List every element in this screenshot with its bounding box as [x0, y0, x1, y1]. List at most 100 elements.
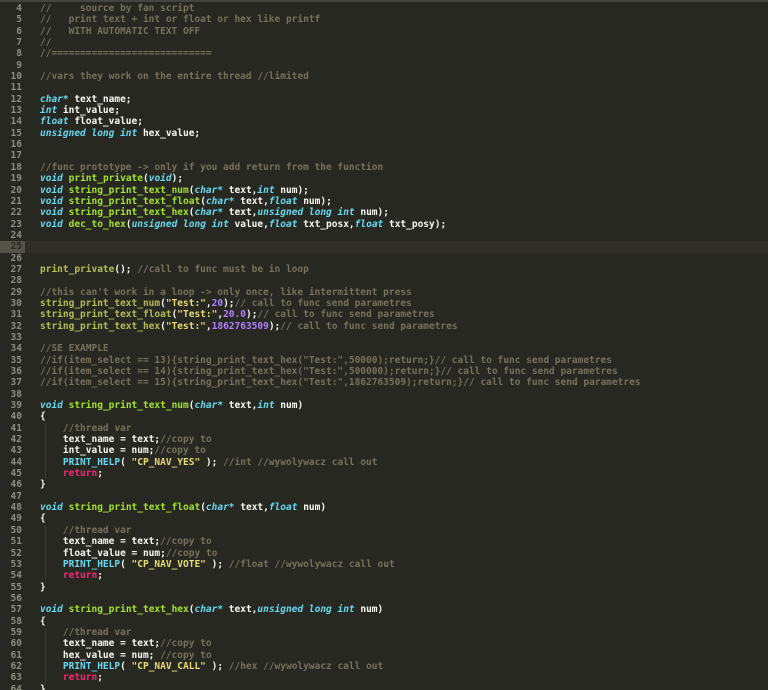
- line-number: 27: [0, 264, 25, 275]
- code-line-content[interactable]: text_name = text;//copy to: [25, 536, 768, 547]
- code-line-content[interactable]: text_name = text;//copy to: [25, 638, 768, 649]
- code-line-content[interactable]: return;: [25, 570, 768, 581]
- code-line: 42 text_name = text;//copy to: [0, 434, 768, 445]
- code-line-content[interactable]: void string_print_text_float(char* text,…: [25, 502, 768, 513]
- code-line-content[interactable]: float float_value;: [25, 116, 768, 127]
- code-token-cmt: // call to func send parametres: [257, 309, 434, 320]
- code-line-content[interactable]: [25, 253, 768, 264]
- code-line: 21void string_print_text_float(char* tex…: [0, 196, 768, 207]
- code-token-cmt: //thread var: [63, 423, 132, 434]
- line-number: 44: [0, 457, 25, 468]
- code-line-content[interactable]: float_value = num;//copy to: [25, 548, 768, 559]
- code-token-cmt: //copy to: [160, 638, 211, 649]
- code-token-txt: text_name;: [69, 94, 132, 105]
- code-line-content[interactable]: text_name = text;//copy to: [25, 434, 768, 445]
- code-line-content[interactable]: //thread var: [25, 627, 768, 638]
- code-line-content[interactable]: //thread var: [25, 423, 768, 434]
- code-line-content[interactable]: //: [25, 37, 768, 48]
- code-token-kw: void: [40, 173, 63, 184]
- code-line-content[interactable]: return;: [25, 672, 768, 683]
- code-editor[interactable]: 4// source by fan script5// print text +…: [0, 0, 768, 690]
- code-line-content[interactable]: hex_value = num; //copy to: [25, 650, 768, 661]
- line-number: 56: [0, 593, 25, 604]
- code-line-content[interactable]: PRINT_HELP( "CP_NAV_CALL" ); //hex //wyw…: [25, 661, 768, 672]
- code-line-content[interactable]: {: [25, 513, 768, 524]
- code-line-content[interactable]: //this can't work in a loop -> only once…: [25, 287, 768, 298]
- code-line-content[interactable]: //if(item_select == 14){string_print_tex…: [25, 366, 768, 377]
- line-number: 16: [0, 139, 25, 150]
- line-number: 32: [0, 321, 25, 332]
- code-line-content[interactable]: //func prototype -> only if you add retu…: [25, 162, 768, 173]
- code-token-kw: unsigned long int: [132, 219, 229, 230]
- code-line-content[interactable]: [25, 150, 768, 161]
- code-line-content[interactable]: {: [25, 616, 768, 627]
- code-token-kw: void: [40, 207, 63, 218]
- code-line: 34//SE EXAMPLE: [0, 343, 768, 354]
- code-token-txt: text,: [223, 185, 257, 196]
- code-line-content[interactable]: [25, 491, 768, 502]
- code-line-content[interactable]: void string_print_text_float(char* text,…: [25, 196, 768, 207]
- code-line-content[interactable]: // WITH AUTOMATIC TEXT OFF: [25, 26, 768, 37]
- code-token-txt: [40, 570, 63, 581]
- code-line-content[interactable]: }: [25, 684, 768, 690]
- code-line-content[interactable]: string_print_text_float("Test:",20.0);//…: [25, 309, 768, 320]
- code-token-kw: void: [40, 185, 63, 196]
- code-line-content[interactable]: [25, 230, 768, 241]
- code-token-txt: );: [200, 457, 223, 468]
- code-line-content[interactable]: int int_value;: [25, 105, 768, 116]
- code-line: 46}: [0, 479, 768, 490]
- code-token-txt: [40, 423, 63, 434]
- code-token-kw: unsigned long int: [257, 604, 354, 615]
- code-token-fn: string_print_text_hex: [69, 207, 189, 218]
- code-token-txt: num): [355, 604, 384, 615]
- code-line-content[interactable]: void string_print_text_hex(char* text,un…: [25, 207, 768, 218]
- code-line-content[interactable]: // source by fan script: [25, 3, 768, 14]
- code-line-content[interactable]: //============================: [25, 48, 768, 59]
- code-line-content[interactable]: void string_print_text_num(char* text,in…: [25, 400, 768, 411]
- code-line: 20void string_print_text_num(char* text,…: [0, 185, 768, 196]
- line-number: 57: [0, 604, 25, 615]
- code-line: 58{: [0, 616, 768, 627]
- line-number: 33: [0, 332, 25, 343]
- code-line-content[interactable]: //SE EXAMPLE: [25, 343, 768, 354]
- code-line-content[interactable]: return;: [25, 468, 768, 479]
- code-line-content[interactable]: print_private(); //call to func must be …: [25, 264, 768, 275]
- code-line-content[interactable]: PRINT_HELP( "CP_NAV_YES" ); //int //wywo…: [25, 457, 768, 468]
- code-token-cmt: //if(item_select == 15){string_print_tex…: [40, 377, 641, 388]
- code-line-content[interactable]: unsigned long int hex_value;: [25, 128, 768, 139]
- code-line-content[interactable]: [25, 593, 768, 604]
- code-line-content[interactable]: [25, 275, 768, 286]
- code-line-content[interactable]: [25, 332, 768, 343]
- code-line-content[interactable]: }: [25, 479, 768, 490]
- code-line-content[interactable]: [25, 82, 768, 93]
- code-line-content[interactable]: string_print_text_hex("Test:",1862763509…: [25, 321, 768, 332]
- code-line: 31string_print_text_float("Test:",20.0);…: [0, 309, 768, 320]
- code-line: 25: [0, 241, 768, 252]
- code-line: 7//: [0, 37, 768, 48]
- code-line-content[interactable]: void dec_to_hex(unsigned long int value,…: [25, 219, 768, 230]
- code-line-content[interactable]: PRINT_HELP( "CP_NAV_VOTE" ); //float //w…: [25, 559, 768, 570]
- code-line-content[interactable]: {: [25, 411, 768, 422]
- code-line-content[interactable]: [25, 60, 768, 71]
- code-line-content[interactable]: void string_print_text_hex(char* text,un…: [25, 604, 768, 615]
- code-line-content[interactable]: [25, 139, 768, 150]
- code-line-content[interactable]: //vars they work on the entire thread //…: [25, 71, 768, 82]
- code-line-content[interactable]: string_print_text_num("Test:",20);// cal…: [25, 298, 768, 309]
- code-line-content[interactable]: //thread var: [25, 525, 768, 536]
- code-token-fn: string_print_text_num: [69, 185, 189, 196]
- line-number: 30: [0, 298, 25, 309]
- code-line-content[interactable]: //if(item_select == 13){string_print_tex…: [25, 355, 768, 366]
- code-token-cmt: //copy to: [160, 434, 211, 445]
- code-line-content[interactable]: // print text + int or float or hex like…: [25, 14, 768, 25]
- line-number: 5: [0, 14, 25, 25]
- code-line-content[interactable]: }: [25, 582, 768, 593]
- code-line-content[interactable]: void print_private(void);: [25, 173, 768, 184]
- code-line-content[interactable]: //if(item_select == 15){string_print_tex…: [25, 377, 768, 388]
- code-line-content[interactable]: char* text_name;: [25, 94, 768, 105]
- code-line-content[interactable]: int_value = num;//copy to: [25, 445, 768, 456]
- code-line-content[interactable]: [25, 389, 768, 400]
- code-line-content[interactable]: void string_print_text_num(char* text,in…: [25, 185, 768, 196]
- code-line: 50 //thread var: [0, 525, 768, 536]
- code-line-content[interactable]: [25, 241, 768, 252]
- code-token-fn: string_print_text_hex: [69, 604, 189, 615]
